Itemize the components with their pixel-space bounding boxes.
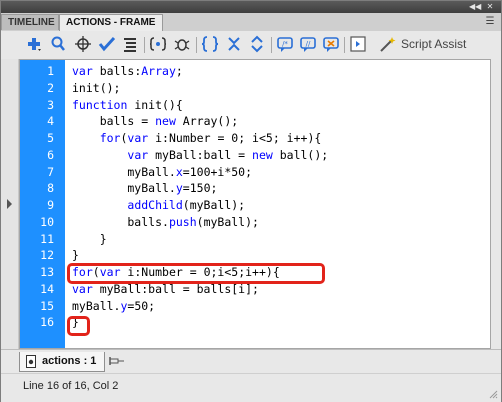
line-number: 12: [40, 248, 54, 263]
code-line[interactable]: 12}: [20, 247, 490, 264]
resize-grip-icon[interactable]: [488, 389, 498, 399]
show-hide-toolbox-icon[interactable]: [349, 35, 367, 53]
cursor-position-text: Line 16 of 16, Col 2: [23, 380, 119, 392]
code-line[interactable]: 4 balls = new Array();: [20, 113, 490, 130]
code-line[interactable]: 2 init();: [20, 80, 490, 97]
svg-text:/*: /*: [282, 40, 288, 48]
magic-wand-icon: [380, 37, 396, 52]
code-line[interactable]: 7 myBall.x=100+i*50;: [20, 164, 490, 181]
code-text: balls.push(myBall);: [72, 214, 259, 229]
line-number: 9: [47, 198, 54, 212]
code-line[interactable]: 1 var balls:Array;: [20, 63, 490, 80]
find-icon[interactable]: [49, 35, 67, 53]
script-tab-strip: actions : 1: [1, 349, 501, 374]
collapse-between-braces-icon[interactable]: [201, 35, 219, 53]
panel-title-bar[interactable]: ◀◀ ✕: [1, 1, 501, 13]
code-text: var myBall:ball = new ball();: [127, 147, 329, 162]
code-text: for(var i:Number = 0;i<5;i++){: [72, 265, 280, 279]
line-number: 6: [47, 147, 54, 162]
show-code-hint-icon[interactable]: [149, 35, 167, 53]
toolbar-separator: [144, 37, 145, 53]
line-number: 7: [47, 164, 54, 179]
svg-text://: //: [306, 40, 311, 48]
code-text: for(var i:Number = 0; i<5; i++){: [99, 131, 322, 145]
pin-script-icon[interactable]: [109, 355, 125, 367]
tab-timeline[interactable]: TIMELINE: [1, 14, 59, 30]
code-line[interactable]: 13 for(var i:Number = 0;i<5;i++){: [20, 264, 490, 281]
apply-line-comment-icon[interactable]: //: [299, 35, 317, 53]
code-text: myBall.y=150;: [72, 181, 218, 196]
code-line[interactable]: 14 var myBall:ball = balls[i];: [20, 281, 490, 298]
line-number: 5: [47, 131, 54, 145]
code-text: init();: [72, 80, 121, 95]
script-assist-label: Script Assist: [401, 37, 467, 51]
code-line[interactable]: 6 var myBall:ball = new ball();: [20, 147, 490, 164]
code-text: var balls:Array;: [72, 64, 183, 78]
line-number: 1: [47, 64, 54, 78]
code-text: addChild(myBall);: [127, 198, 246, 212]
check-syntax-icon[interactable]: [98, 35, 116, 53]
code-text: }: [72, 248, 79, 263]
code-text: balls = new Array();: [72, 114, 239, 129]
code-line[interactable]: 10 balls.push(myBall);: [20, 214, 490, 231]
line-number: 10: [40, 214, 54, 229]
line-number: 3: [47, 97, 54, 112]
code-line[interactable]: 3 function init(){: [20, 97, 490, 114]
panel-tab-row: TIMELINE ACTIONS - FRAME ☰: [1, 13, 501, 32]
code-lines: 1 var balls:Array; 2 init(); 3 function init(…: [20, 63, 490, 331]
toolbar-separator: [196, 37, 197, 53]
auto-format-icon[interactable]: [121, 35, 139, 53]
line-number: 15: [40, 298, 54, 313]
line-number: 11: [40, 231, 54, 246]
code-line[interactable]: 15 myBall.y=50;: [20, 298, 490, 315]
editor-scrollbar[interactable]: [491, 59, 501, 349]
close-panel-icon[interactable]: ✕: [485, 2, 495, 11]
actions-toolbar: /* // Script Assist: [1, 31, 501, 59]
collapse-panel-icon[interactable]: ◀◀: [469, 2, 481, 11]
code-text: myBall.y=50;: [72, 298, 156, 313]
code-text: var myBall:ball = balls[i];: [72, 281, 259, 296]
code-line[interactable]: 11 }: [20, 231, 490, 248]
panel-menu-icon[interactable]: ☰: [483, 16, 497, 28]
tab-actions-1-label: actions : 1: [42, 355, 97, 367]
line-number: 13: [40, 265, 54, 279]
status-bar: Line 16 of 16, Col 2: [1, 373, 501, 402]
toolbar-separator: [344, 37, 345, 53]
debug-options-icon[interactable]: [173, 35, 191, 53]
collapse-selection-icon[interactable]: [225, 35, 243, 53]
code-text: }: [72, 231, 107, 246]
code-line[interactable]: 8 myBall.y=150;: [20, 180, 490, 197]
code-text: function init(){: [72, 97, 183, 112]
line-number: 14: [40, 281, 54, 296]
line-number: 16: [40, 315, 54, 330]
code-text: myBall.x=100+i*50;: [72, 164, 253, 179]
insert-target-path-icon[interactable]: [74, 35, 92, 53]
tab-actions-frame[interactable]: ACTIONS - FRAME: [59, 14, 163, 32]
line-number: 4: [47, 114, 54, 129]
script-file-icon: [26, 355, 36, 368]
expand-all-icon[interactable]: [248, 35, 266, 53]
code-text: }: [72, 315, 79, 330]
remove-comment-icon[interactable]: [322, 35, 340, 53]
code-line[interactable]: 16}: [20, 314, 490, 331]
expand-toolbox-icon[interactable]: [7, 199, 12, 209]
toolbox-strip: [1, 59, 19, 349]
tab-actions-1[interactable]: actions : 1: [19, 352, 105, 372]
actions-panel: ◀◀ ✕ TIMELINE ACTIONS - FRAME ☰ /* // Sc…: [0, 0, 502, 402]
code-line[interactable]: 9 addChild(myBall);: [20, 197, 490, 214]
add-statement-icon[interactable]: [25, 35, 43, 53]
line-number: 2: [47, 80, 54, 95]
toolbar-separator: [271, 37, 272, 53]
script-editor[interactable]: 1 var balls:Array; 2 init(); 3 function init(…: [19, 59, 491, 349]
line-number: 8: [47, 181, 54, 196]
code-line[interactable]: 5 for(var i:Number = 0; i<5; i++){: [20, 130, 490, 147]
apply-block-comment-icon[interactable]: /*: [276, 35, 294, 53]
